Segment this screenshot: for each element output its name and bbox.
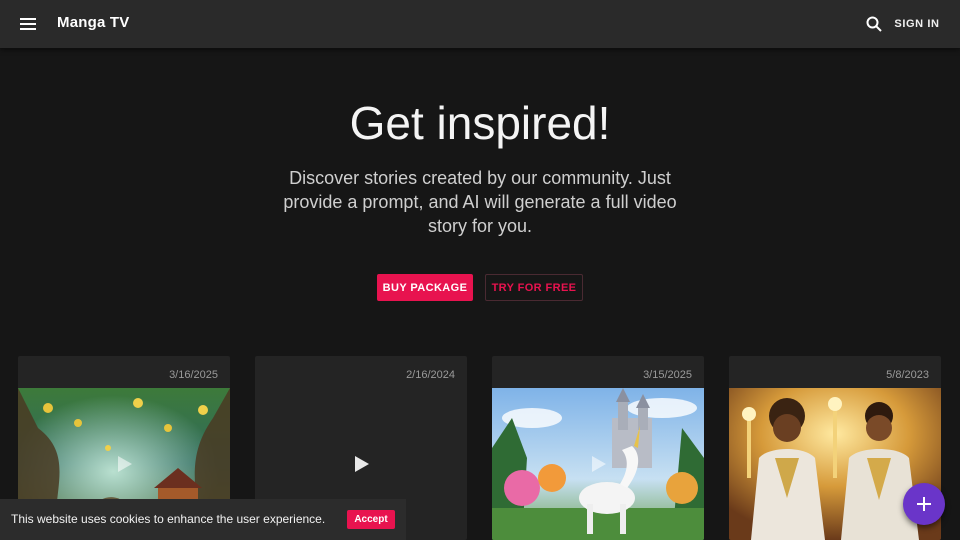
story-card[interactable]: 3/15/2025	[492, 356, 704, 540]
card-date: 3/16/2025	[169, 369, 218, 381]
menu-icon	[20, 18, 36, 30]
card-date: 2/16/2024	[406, 369, 455, 381]
cookie-text: This website uses cookies to enhance the…	[11, 512, 326, 526]
menu-button[interactable]	[16, 12, 40, 36]
plus-icon	[917, 497, 931, 511]
search-button[interactable]	[862, 12, 886, 36]
play-icon[interactable]	[114, 454, 134, 474]
app-bar: Manga TV SIGN IN	[0, 0, 960, 48]
play-icon[interactable]	[588, 454, 608, 474]
hero-subtitle: Discover stories created by our communit…	[283, 168, 677, 236]
hero-title: Get inspired!	[349, 97, 611, 149]
cookie-accept-button[interactable]: Accept	[347, 510, 395, 529]
play-icon[interactable]	[351, 454, 371, 474]
card-thumbnail[interactable]	[492, 388, 704, 540]
sign-in-button[interactable]: SIGN IN	[890, 12, 944, 36]
cookie-banner: This website uses cookies to enhance the…	[0, 499, 406, 540]
card-date: 3/15/2025	[643, 369, 692, 381]
app-title[interactable]: Manga TV	[57, 14, 129, 31]
buy-package-button[interactable]: BUY PACKAGE	[377, 274, 473, 301]
search-icon	[866, 16, 882, 32]
create-story-fab[interactable]	[903, 483, 945, 525]
card-date: 5/8/2023	[886, 369, 929, 381]
try-for-free-button[interactable]: TRY FOR FREE	[485, 274, 583, 301]
